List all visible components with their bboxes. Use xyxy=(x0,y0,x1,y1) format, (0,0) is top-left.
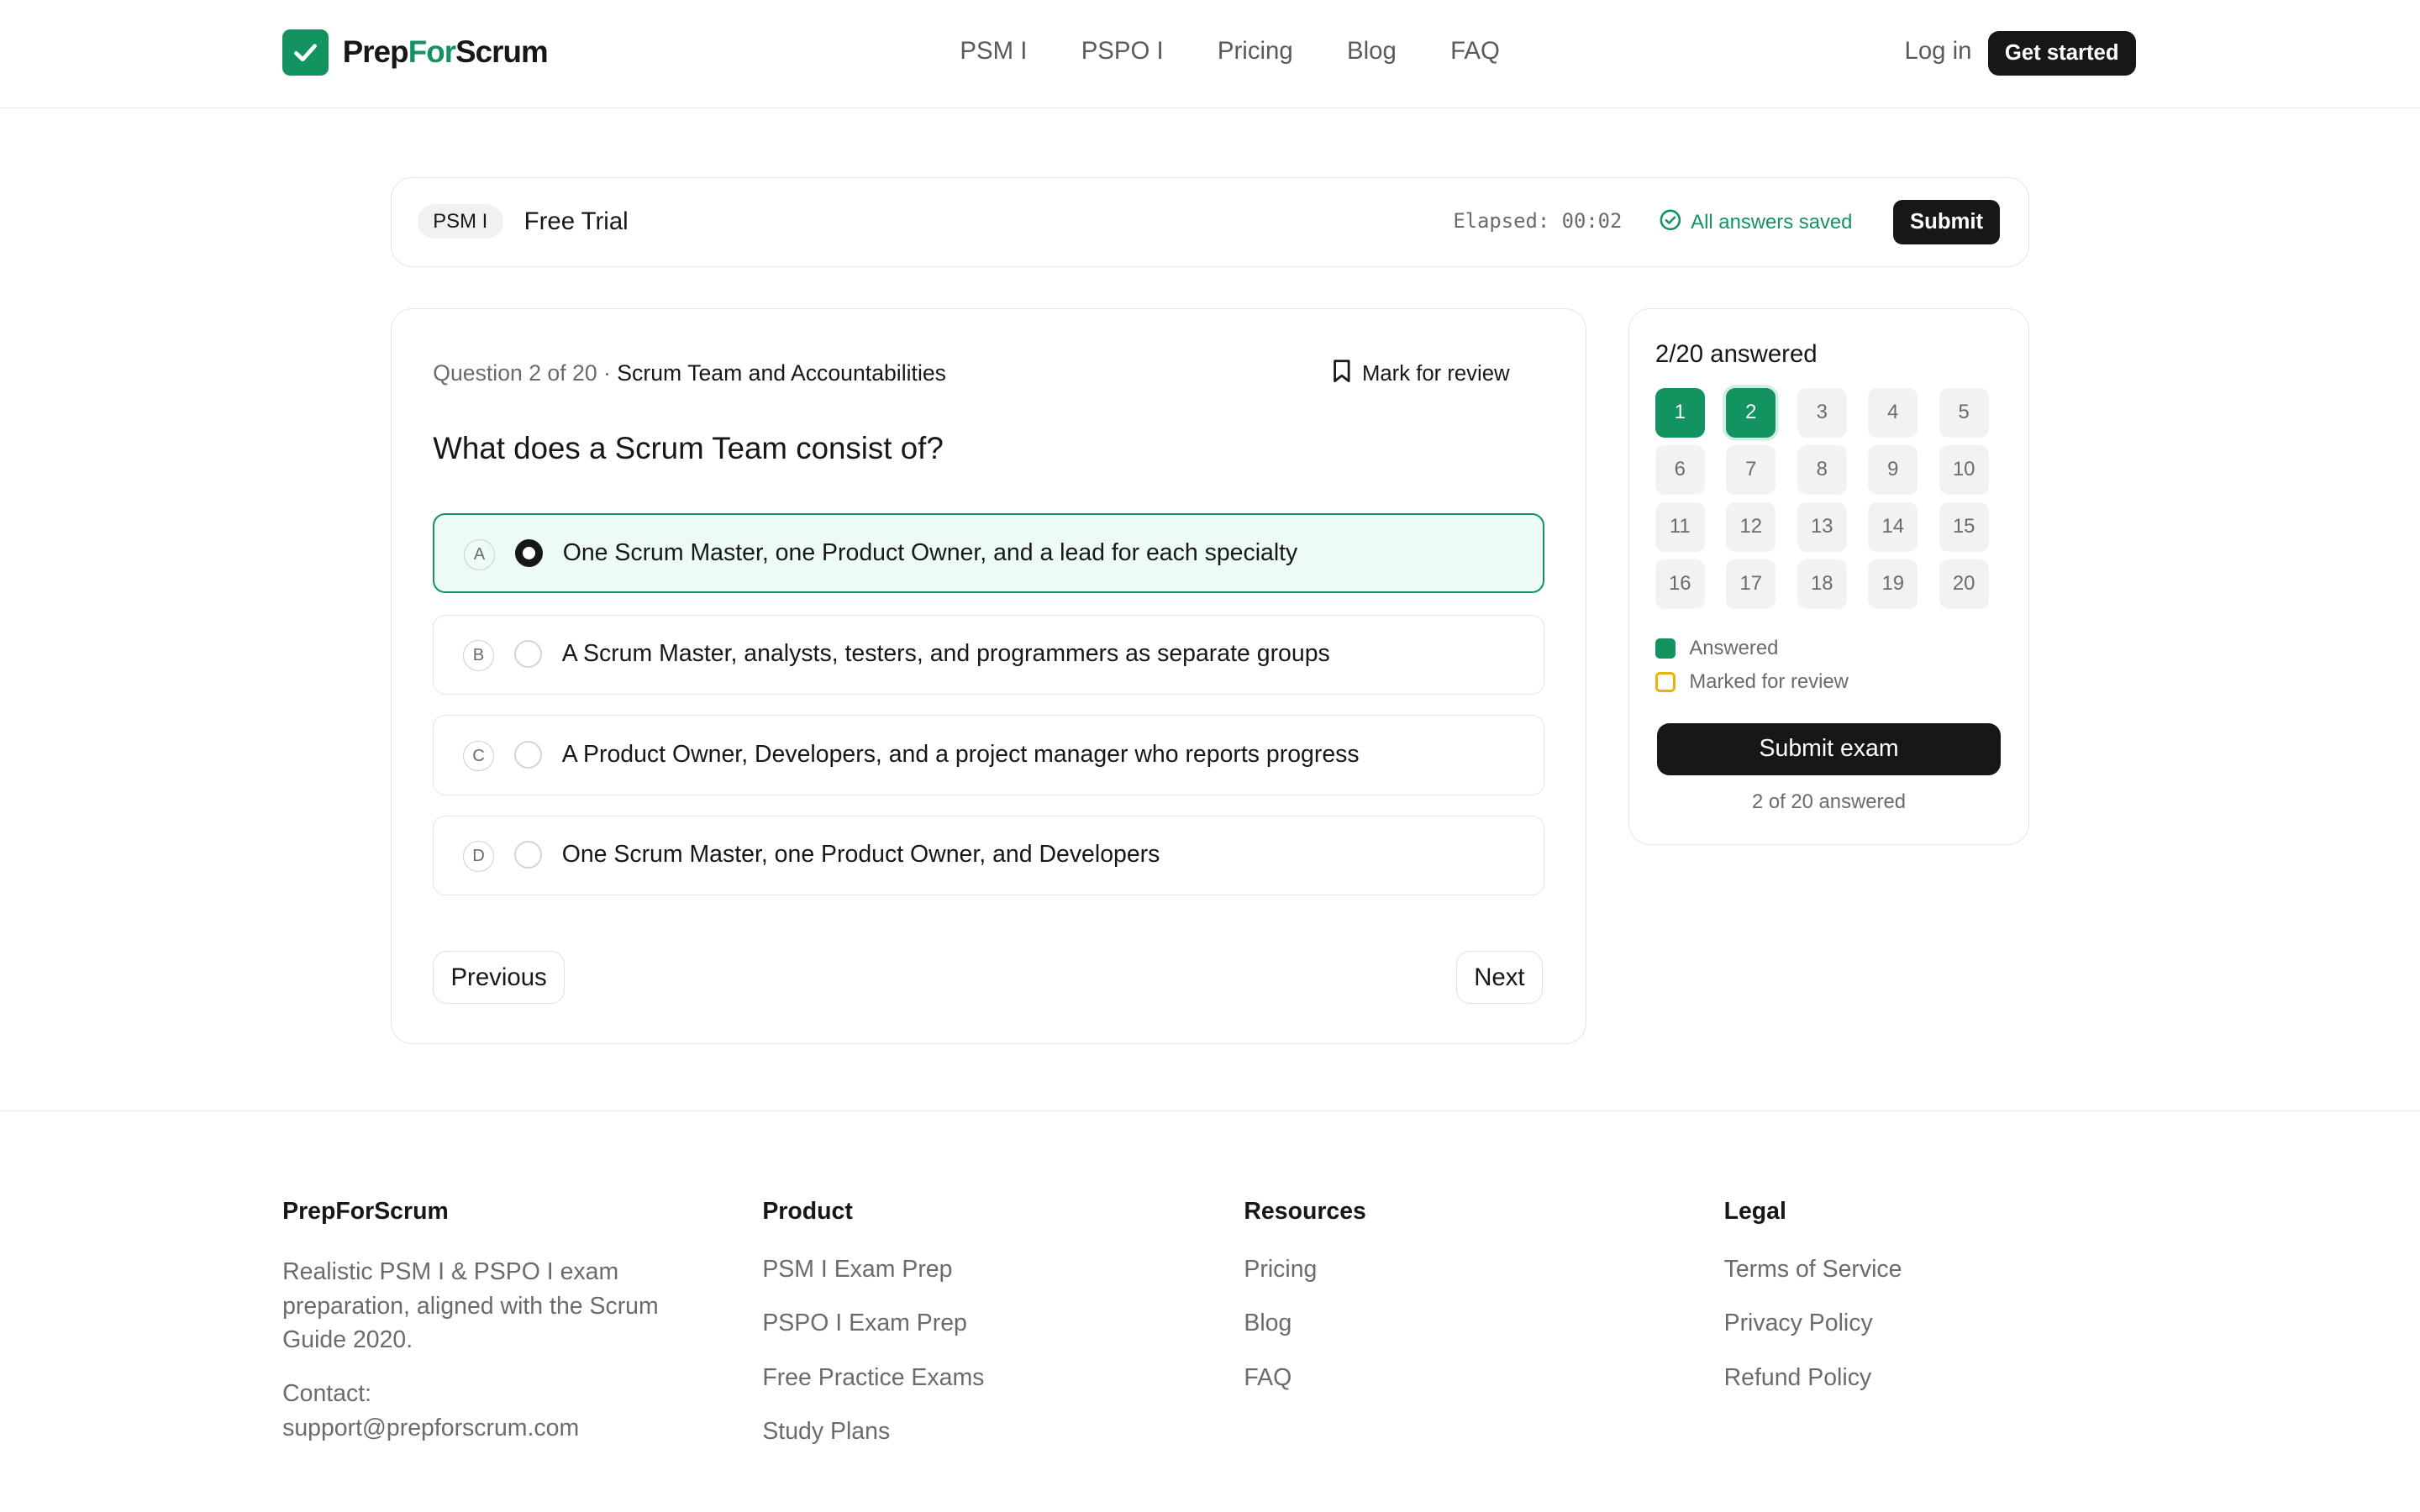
question-nav-6[interactable]: 6 xyxy=(1655,444,1705,495)
option-letter: A xyxy=(464,539,495,570)
radio-icon[interactable] xyxy=(513,841,542,869)
exam-badge: PSM I xyxy=(417,204,503,239)
answered-swatch xyxy=(1655,638,1676,659)
question-nav-5[interactable]: 5 xyxy=(1939,387,1989,438)
question-nav-7[interactable]: 7 xyxy=(1726,444,1776,495)
mark-for-review-label: Mark for review xyxy=(1361,361,1510,386)
footer-link-refund[interactable]: Refund Policy xyxy=(1724,1363,1902,1393)
footer-link-free-exams[interactable]: Free Practice Exams xyxy=(762,1363,984,1393)
footer-brand: PrepForScrum Realistic PSM I & PSPO I ex… xyxy=(282,1198,699,1445)
question-grid: 1 2 3 4 5 6 7 8 9 10 11 12 13 14 15 16 17 18 19 20 xyxy=(1655,387,1989,609)
question-navigator: 2/20 answered 1 2 3 4 5 6 7 8 9 10 11 12 13 14 15 16 17 1… xyxy=(1628,308,2030,846)
review-swatch xyxy=(1655,672,1676,693)
site-footer: PrepForScrum Realistic PSM I & PSPO I ex… xyxy=(0,1110,2420,1512)
main-nav: PSM I PSPO I Pricing Blog FAQ xyxy=(960,37,1499,66)
footer-brand-title: PrepForScrum xyxy=(282,1198,449,1226)
save-status: All answers saved xyxy=(1660,209,1852,237)
question-nav-15[interactable]: 15 xyxy=(1939,501,1989,552)
checkmark-logo-icon xyxy=(282,29,329,76)
answered-count: 2 of 20 answered xyxy=(1751,790,1906,814)
option-letter: C xyxy=(463,740,494,772)
question-nav-16[interactable]: 16 xyxy=(1655,559,1705,609)
answer-option-c[interactable]: C A Product Owner, Developers, and a pro… xyxy=(433,715,1544,795)
footer-link-blog[interactable]: Blog xyxy=(1244,1309,1366,1338)
legend-review: Marked for review xyxy=(1655,670,1849,694)
question-nav-12[interactable]: 12 xyxy=(1726,501,1776,552)
question-nav-4[interactable]: 4 xyxy=(1868,387,1918,438)
nav-link-faq[interactable]: FAQ xyxy=(1450,37,1500,66)
exam-title: Free Trial xyxy=(523,207,629,236)
footer-link-study-plans[interactable]: Study Plans xyxy=(762,1417,984,1446)
footer-link-privacy[interactable]: Privacy Policy xyxy=(1724,1309,1902,1338)
logo[interactable]: PrepForScrum xyxy=(282,29,549,76)
submit-exam-button[interactable]: Submit exam xyxy=(1656,722,2002,775)
footer-contact: Contact: support@prepforscrum.com xyxy=(282,1377,699,1445)
nav-link-psm[interactable]: PSM I xyxy=(960,37,1027,66)
radio-icon[interactable] xyxy=(513,740,542,769)
get-started-button[interactable]: Get started xyxy=(1987,30,2136,76)
question-nav-14[interactable]: 14 xyxy=(1868,501,1918,552)
question-nav-18[interactable]: 18 xyxy=(1797,559,1847,609)
question-nav-3[interactable]: 3 xyxy=(1797,387,1847,438)
elapsed-timer: Elapsed: 00:02 xyxy=(1453,208,1623,233)
legend-answered: Answered xyxy=(1655,637,1778,660)
mark-for-review-button[interactable]: Mark for review xyxy=(1331,359,1510,389)
question-nav-13[interactable]: 13 xyxy=(1797,501,1847,552)
option-letter: B xyxy=(463,640,494,672)
footer-product-title: Product xyxy=(762,1198,853,1226)
nav-link-pspo[interactable]: PSPO I xyxy=(1081,37,1164,66)
logo-text: PrepForScrum xyxy=(342,34,549,70)
nav-link-pricing[interactable]: Pricing xyxy=(1218,37,1293,66)
radio-icon[interactable] xyxy=(513,640,542,669)
question-nav-20[interactable]: 20 xyxy=(1939,559,1989,609)
contact-email-link[interactable]: support@prepforscrum.com xyxy=(282,1411,699,1445)
next-button[interactable]: Next xyxy=(1455,951,1543,1004)
check-circle-icon xyxy=(1660,209,1681,237)
footer-link-terms[interactable]: Terms of Service xyxy=(1724,1255,1902,1284)
footer-legal-title: Legal xyxy=(1723,1198,1786,1226)
footer-link-pspo-prep[interactable]: PSPO I Exam Prep xyxy=(762,1309,984,1338)
question-text: What does a Scrum Team consist of? xyxy=(433,431,944,466)
nav-link-blog[interactable]: Blog xyxy=(1347,37,1397,66)
answer-option-a[interactable]: A One Scrum Master, one Product Owner, a… xyxy=(433,512,1544,594)
footer-resources-title: Resources xyxy=(1244,1198,1366,1226)
question-nav-1[interactable]: 1 xyxy=(1655,387,1705,438)
answer-option-b[interactable]: B A Scrum Master, analysts, testers, and… xyxy=(433,614,1544,696)
footer-link-pricing[interactable]: Pricing xyxy=(1244,1255,1366,1284)
question-nav-17[interactable]: 17 xyxy=(1726,559,1776,609)
question-nav-2[interactable]: 2 xyxy=(1726,387,1776,438)
exam-status-bar: PSM I Free Trial Elapsed: 00:02 All answ… xyxy=(390,177,2030,267)
option-letter: D xyxy=(463,841,494,872)
question-nav-8[interactable]: 8 xyxy=(1797,444,1847,495)
question-card: Question 2 of 20 · Scrum Team and Accoun… xyxy=(390,308,1587,1045)
option-text: A Product Owner, Developers, and a proje… xyxy=(561,740,1360,768)
bookmark-icon xyxy=(1331,359,1353,389)
save-status-text: All answers saved xyxy=(1691,211,1853,234)
footer-link-faq[interactable]: FAQ xyxy=(1244,1363,1366,1393)
progress-title: 2/20 answered xyxy=(1655,340,1818,369)
footer-description: Realistic PSM I & PSPO I exam preparatio… xyxy=(282,1258,659,1353)
answer-option-d[interactable]: D One Scrum Master, one Product Owner, a… xyxy=(433,815,1544,896)
question-category: Scrum Team and Accountabilities xyxy=(617,360,946,386)
site-header: PrepForScrum PSM I PSPO I Pricing Blog F… xyxy=(0,0,2420,108)
footer-legal: Legal Terms of Service Privacy Policy Re… xyxy=(1724,1198,1902,1417)
footer-link-psm-prep[interactable]: PSM I Exam Prep xyxy=(762,1255,984,1284)
option-text: A Scrum Master, analysts, testers, and p… xyxy=(561,640,1330,668)
submit-button[interactable]: Submit xyxy=(1892,199,2001,245)
footer-resources: Resources Pricing Blog FAQ xyxy=(1244,1198,1366,1417)
question-nav-9[interactable]: 9 xyxy=(1868,444,1918,495)
question-nav-11[interactable]: 11 xyxy=(1655,501,1705,552)
login-link[interactable]: Log in xyxy=(1904,37,1971,66)
question-nav-19[interactable]: 19 xyxy=(1868,559,1918,609)
question-meta: Question 2 of 20 · Scrum Team and Accoun… xyxy=(433,360,946,386)
radio-selected-icon[interactable] xyxy=(514,539,543,568)
question-nav-10[interactable]: 10 xyxy=(1939,444,1989,495)
option-text: One Scrum Master, one Product Owner, and… xyxy=(561,841,1160,869)
option-text: One Scrum Master, one Product Owner, and… xyxy=(562,539,1298,567)
previous-button[interactable]: Previous xyxy=(433,951,565,1004)
footer-product: Product PSM I Exam Prep PSPO I Exam Prep… xyxy=(762,1198,984,1471)
